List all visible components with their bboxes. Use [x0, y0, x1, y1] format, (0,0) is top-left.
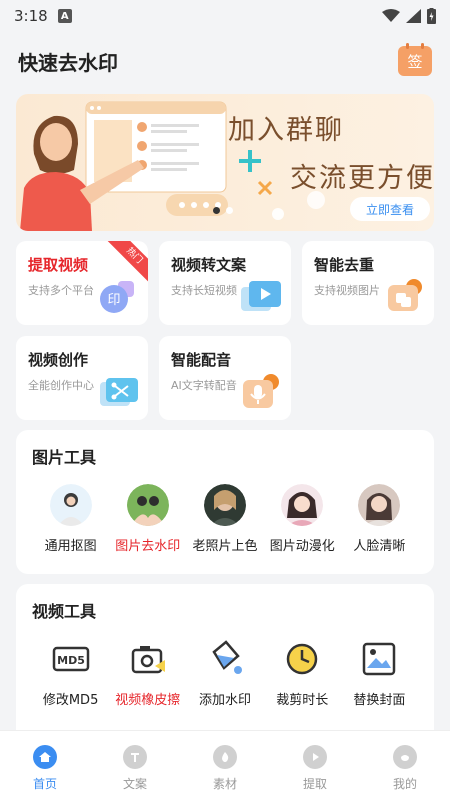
tab-profile[interactable]: 我的: [360, 731, 450, 800]
feature-grid: 提取视频 支持多个平台 热门 印 视频转文案 支持长短视频 智能去重 支持视频图…: [16, 241, 434, 420]
tab-home[interactable]: 首页: [0, 731, 90, 800]
feature-extract-video[interactable]: 提取视频 支持多个平台 热门 印: [16, 241, 148, 325]
microphone-icon: [243, 374, 279, 408]
image-tools-row: 通用抠图 图片去水印 老照片上色 图片动漫化 人脸清晰: [32, 484, 418, 554]
scissors-icon: [100, 378, 138, 406]
banner-deco-bubbles-icon: [272, 191, 325, 220]
text-icon: [123, 745, 147, 769]
video-tools-row: MD5 修改MD5 视频橡皮擦 添加水印 裁剪时长 替换封面: [32, 638, 418, 708]
sign-in-button[interactable]: 签: [398, 43, 432, 76]
stamp-icon: 印: [100, 281, 134, 313]
image-tools-title: 图片工具: [32, 448, 97, 467]
signal-icon: [406, 9, 421, 23]
feature-smart-dubbing[interactable]: 智能配音 AI文字转配音: [159, 336, 291, 420]
fire-icon: [213, 745, 237, 769]
header: 快速去水印 签: [0, 32, 450, 90]
bottom-tab-bar: 首页 文案 素材 提取 我的: [0, 730, 450, 800]
feature-title: 智能配音: [171, 351, 232, 369]
clock-icon: [286, 643, 318, 675]
tool-label: 人脸清晰: [353, 539, 406, 554]
tool-video-eraser[interactable]: 视频橡皮擦: [109, 638, 186, 708]
tool-label: 图片去水印: [115, 539, 181, 554]
feature-title: 提取视频: [28, 256, 89, 274]
tool-colorize-photo[interactable]: 老照片上色: [186, 484, 263, 554]
tab-label: 首页: [32, 777, 57, 791]
tab-label: 提取: [302, 777, 327, 791]
tab-label: 素材: [212, 777, 237, 791]
tab-label: 文案: [122, 777, 147, 791]
plus-decoration-icon: [239, 150, 261, 172]
feature-title: 智能去重: [314, 256, 375, 274]
play-icon: [303, 745, 327, 769]
tool-trim-duration[interactable]: 裁剪时长: [264, 638, 341, 708]
tab-label: 我的: [392, 777, 417, 791]
battery-icon: [427, 8, 436, 24]
feature-smart-dedupe[interactable]: 智能去重 支持视频图片: [302, 241, 434, 325]
tool-anime-photo[interactable]: 图片动漫化: [264, 484, 341, 554]
tool-label: 通用抠图: [44, 539, 97, 554]
banner-dot-active: [213, 207, 220, 214]
tool-modify-md5[interactable]: MD5 修改MD5: [32, 638, 109, 708]
tool-label: 视频橡皮擦: [115, 693, 181, 708]
video-tools-title: 视频工具: [32, 602, 97, 621]
tool-image-watermark-remove[interactable]: 图片去水印: [109, 484, 186, 554]
tool-label: 老照片上色: [192, 539, 258, 554]
paint-bucket-icon: [212, 640, 242, 674]
feature-title: 视频转文案: [171, 256, 247, 274]
tab-materials[interactable]: 素材: [180, 731, 270, 800]
app-title: 快速去水印: [18, 50, 118, 75]
tab-copywriting[interactable]: 文案: [90, 731, 180, 800]
cutout-avatar: [49, 484, 92, 526]
watermark-remove-avatar: [126, 484, 169, 526]
image-frame-icon: [363, 642, 396, 676]
tool-label: 修改MD5: [42, 693, 99, 708]
banner-pager: [213, 207, 233, 214]
notification-icon: A: [57, 9, 72, 23]
face-enhance-avatar: [358, 484, 401, 526]
video-play-icon: [241, 281, 281, 311]
tab-extract[interactable]: 提取: [270, 731, 360, 800]
banner-view-button[interactable]: 立即查看: [350, 197, 430, 221]
tool-label: 裁剪时长: [276, 693, 329, 708]
feature-video-creation[interactable]: 视频创作 全能创作中心: [16, 336, 148, 420]
md5-icon: MD5: [52, 646, 89, 672]
svg-text:印: 印: [107, 293, 120, 308]
home-icon: [33, 745, 57, 769]
dedupe-icon: [388, 279, 422, 311]
status-time: 3:18: [14, 7, 48, 25]
status-bar: 3:18 A: [0, 0, 450, 32]
svg-text:MD5: MD5: [57, 654, 85, 667]
tool-face-enhance[interactable]: 人脸清晰: [341, 484, 418, 554]
feature-title: 视频创作: [28, 351, 89, 369]
banner-headline: 加入群聊: [228, 115, 344, 146]
camera-eraser-icon: [131, 646, 165, 674]
colorize-avatar: [204, 484, 246, 526]
tool-replace-cover[interactable]: 替换封面: [341, 638, 418, 708]
status-indicators: [382, 8, 436, 24]
feature-video-to-text[interactable]: 视频转文案 支持长短视频: [159, 241, 291, 325]
tool-cutout[interactable]: 通用抠图: [32, 484, 109, 554]
tool-label: 图片动漫化: [269, 539, 335, 554]
user-icon: [393, 745, 417, 769]
banner-subheadline: 交流更方便: [290, 163, 434, 194]
banner-dot: [226, 207, 233, 214]
tool-add-watermark[interactable]: 添加水印: [186, 638, 263, 708]
banner[interactable]: 加入群聊 交流更方便 立即查看: [16, 94, 434, 231]
anime-avatar: [281, 484, 324, 526]
wifi-icon: [382, 9, 400, 22]
image-tools-card: 图片工具 通用抠图 图片去水印 老照片上色 图片动漫化 人脸清晰: [16, 430, 434, 574]
tool-label: 添加水印: [199, 693, 252, 708]
tool-label: 替换封面: [353, 693, 406, 708]
